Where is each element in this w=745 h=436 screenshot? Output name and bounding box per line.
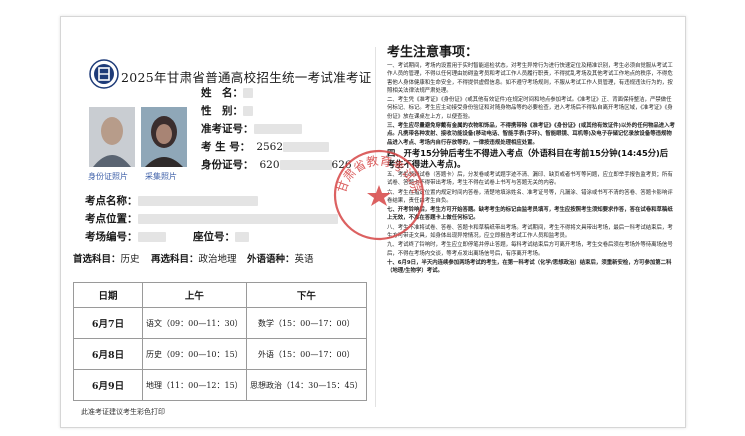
site-location-field: 考点位置： (85, 211, 338, 226)
name-label: 姓 名： (201, 87, 243, 99)
note-item: 五、考生领到试卷（答题卡）后，分发卷或考试题字迹不清、漏印、缺页或者书写等问题，… (387, 171, 673, 187)
site-location-label: 考点位置： (85, 213, 138, 225)
schedule-date: 6月8日 (73, 338, 143, 370)
id-number-label: 身份证号： (201, 159, 254, 171)
first-subject-label: 首选科目： (73, 254, 121, 265)
language-value: 英语 (294, 254, 314, 265)
admission-number-field: 准考证号： (201, 121, 302, 136)
schedule-date: 6月9日 (73, 369, 143, 401)
id-number-prefix: 620 (259, 159, 280, 171)
note-item: 六、考生在指定位置内规定时间内答卷，清楚地填涂姓名、准考证号等，凡漏涂、错涂或书… (387, 189, 673, 204)
exam-number-value: 2562 (256, 141, 284, 153)
schedule-morning-exam: 语文（09：00—11：30） (142, 307, 247, 339)
note-item: 九、考试终了铃响时，考生应立即停笔并停止答题，每科考试结束后方可离开考场，考生交… (387, 242, 673, 257)
admission-ticket: 2025年甘肃省普通高校招生统一考试准考证 身份证照片 采集照片 姓 名： 性 … (60, 16, 686, 428)
site-name-label: 考点名称： (85, 195, 138, 207)
seat-label: 座位号： (193, 231, 235, 243)
note-item: 十、6月9日，半天内连续参加两场考试的考生，在第一科考试（化学/思想政治）结束后… (387, 259, 672, 275)
collected-photo-caption: 采集照片 (145, 172, 177, 181)
notes-title: 考生注意事项： (387, 45, 479, 60)
schedule-header-date: 日期 (73, 282, 143, 308)
note-item: 八、考生不准将试卷、答卷、答题卡和草稿纸带出考场。考试期间，考生不得将文具带出考… (387, 224, 673, 240)
exam-number-label: 考 生 号： (201, 141, 251, 153)
exam-number-field: 考 生 号： 2562 (201, 139, 330, 154)
site-name-field: 考点名称： (85, 193, 258, 208)
schedule-row: 6月8日 历史（09：00—10：15） 外语（15：00—17：00） (73, 338, 368, 370)
schedule-header-morning: 上午 (142, 282, 247, 308)
collected-photo (141, 107, 187, 167)
exam-authority-logo-icon (89, 59, 119, 89)
notes-list: 一、考试期间，考场内设置用于实时智能巡检状态，对考生异常行为进行快速定位及精准识… (387, 62, 675, 277)
second-subject-value: 政治地理 (198, 254, 237, 265)
note-item: 二、考生凭《准考证》《身份证》(或其他有效证件)在规定时间和地点参加考试。《准考… (387, 97, 673, 120)
first-subject-field: 首选科目：历史 (73, 251, 140, 265)
schedule-header-afternoon: 下午 (245, 282, 368, 308)
ticket-title: 2025年甘肃省普通高校招生统一考试准考证 (121, 70, 372, 85)
print-footnote: 此准考证建议考生彩色打印 (81, 408, 165, 416)
first-subject-value: 历史 (120, 254, 140, 265)
seat-field: 座位号： (193, 229, 249, 244)
room-field: 考场编号： (85, 229, 166, 244)
note-item: 三、考生应尽量避免穿戴有金属的衣物和饰品，不得携带除《准考证》《身份证》(或其他… (387, 123, 675, 146)
second-subject-field: 再选科目：政治地理 (151, 251, 237, 265)
name-field: 姓 名： (201, 85, 253, 100)
id-number-field: 身份证号： 620 626 (201, 157, 352, 172)
schedule-row: 6月7日 语文（09：00—11：30） 数学（15：00—17：00） (73, 307, 368, 339)
language-field: 外语语种：英语 (247, 251, 314, 265)
gender-label: 性 别： (201, 105, 243, 117)
note-item: 一、考试期间，考场内设置用于实时智能巡检状态，对考生异常行为进行快速定位及精准识… (387, 63, 673, 94)
schedule-header-row: 日期 上午 下午 (73, 282, 368, 308)
schedule-afternoon-exam: 数学（15：00—17：00） (245, 307, 368, 339)
id-card-photo-caption: 身份证照片 (88, 172, 128, 181)
exam-schedule-table: 日期 上午 下午 6月7日 语文（09：00—11：30） 数学（15：00—1… (73, 282, 368, 401)
note-item-highlight: 四、开考15分钟后考生不得进入考点（外语科目在考前15分钟(14:45分)后考生… (387, 147, 669, 169)
official-seal-icon: 甘肃省教育考试院 (333, 149, 425, 241)
gender-field: 性 别： (201, 103, 253, 118)
schedule-morning-exam: 地理（11：00—12：15） (142, 369, 247, 401)
schedule-afternoon-exam: 外语（15：00—17：00） (245, 338, 368, 370)
note-item: 七、开考铃响后，考生方可开始答题。缺考考生的标记由监考员填写，考生应按照考生须知… (387, 207, 673, 222)
schedule-row: 6月9日 地理（11：00—12：15） 思想政治（14：30—15：45） (73, 369, 368, 401)
schedule-date: 6月7日 (73, 307, 143, 339)
second-subject-label: 再选科目： (151, 254, 199, 265)
language-label: 外语语种： (247, 254, 295, 265)
id-card-photo (89, 107, 135, 167)
schedule-morning-exam: 历史（09：00—10：15） (142, 338, 247, 370)
room-label: 考场编号： (85, 231, 138, 243)
admission-number-label: 准考证号： (201, 123, 254, 135)
schedule-afternoon-exam: 思想政治（14：30—15：45） (245, 369, 368, 401)
